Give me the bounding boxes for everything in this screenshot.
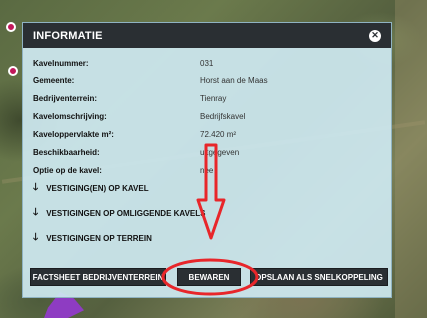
section-label: VESTIGINGEN OP TERREIN (46, 233, 152, 243)
arrow-down-icon: 🡓 (33, 207, 39, 218)
map-marker[interactable] (6, 22, 16, 32)
detail-value: Tienray (200, 94, 227, 103)
save-button[interactable]: BEWAREN (177, 268, 241, 286)
panel-header: INFORMATIE ✕ (23, 23, 391, 48)
detail-value: Bedrijfskavel (200, 112, 246, 121)
detail-value: 72.420 m² (200, 130, 237, 139)
panel-title: INFORMATIE (33, 29, 103, 42)
map-field (395, 0, 427, 318)
info-panel: INFORMATIE ✕ Kavelnummer: 031 Gemeente: … (22, 22, 392, 298)
detail-key: Gemeente: (33, 76, 75, 85)
map-marker[interactable] (8, 66, 18, 76)
detail-value: Horst aan de Maas (200, 76, 268, 85)
detail-value: 031 (200, 59, 214, 68)
arrow-down-icon: 🡓 (33, 182, 39, 193)
save-shortcut-button[interactable]: OPSLAAN ALS SNELKOPPELING (250, 268, 388, 286)
section-vestigingen-kavel[interactable]: 🡓 VESTIGING(EN) OP KAVEL (33, 183, 149, 193)
detail-key: Optie op de kavel: (33, 166, 102, 175)
section-label: VESTIGING(EN) OP KAVEL (46, 183, 149, 193)
detail-key: Bedrijventerrein: (33, 94, 98, 103)
arrow-down-icon: 🡓 (33, 232, 39, 243)
close-icon[interactable]: ✕ (369, 29, 381, 42)
detail-value: uitgegeven (200, 148, 240, 157)
detail-key: Kavelnummer: (33, 59, 89, 68)
detail-key: Beschikbaarheid: (33, 148, 100, 157)
section-vestigingen-omliggend[interactable]: 🡓 VESTIGINGEN OP OMLIGGENDE KAVELS (33, 208, 205, 218)
section-vestigingen-terrein[interactable]: 🡓 VESTIGINGEN OP TERREIN (33, 233, 152, 243)
factsheet-button[interactable]: FACTSHEET BEDRIJVENTERREIN (30, 268, 166, 286)
detail-key: Kaveloppervlakte m²: (33, 130, 114, 139)
detail-value: nee (200, 166, 214, 175)
detail-key: Kavelomschrijving: (33, 112, 107, 121)
section-label: VESTIGINGEN OP OMLIGGENDE KAVELS (46, 208, 206, 218)
